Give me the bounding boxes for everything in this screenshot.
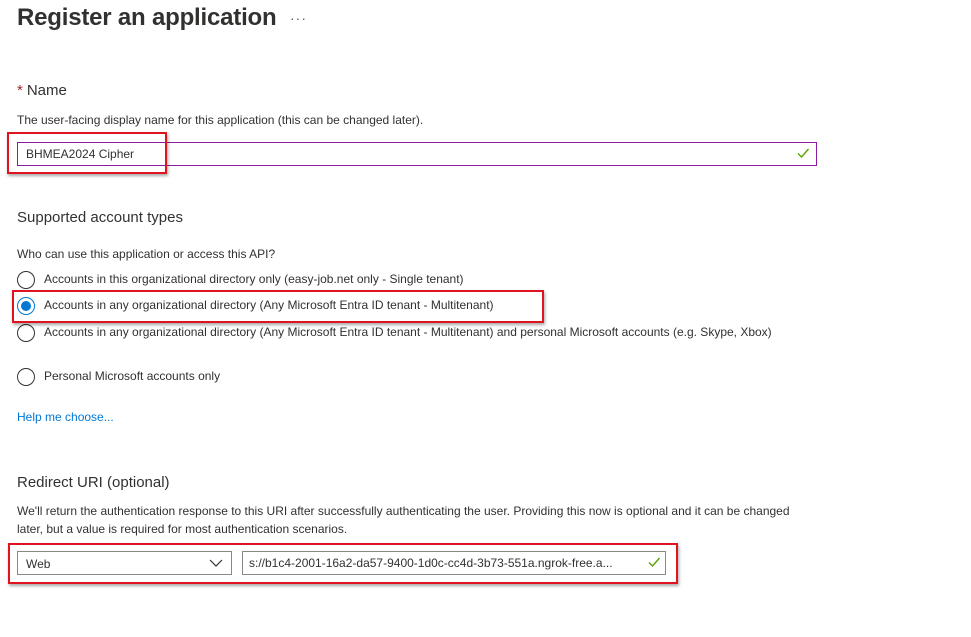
name-input[interactable] xyxy=(18,143,788,165)
page-title: Register an application xyxy=(17,4,277,31)
platform-select[interactable]: Web xyxy=(17,551,232,575)
radio-button[interactable] xyxy=(17,271,35,289)
radio-button[interactable] xyxy=(17,368,35,386)
name-label-text: Name xyxy=(26,82,67,99)
help-me-choose-link[interactable]: Help me choose... xyxy=(17,410,114,424)
platform-select-value: Web xyxy=(26,557,51,571)
required-mark: * xyxy=(17,82,23,99)
redirect-heading: Redirect URI (optional) xyxy=(17,474,170,491)
account-types-question: Who can use this application or access t… xyxy=(17,247,276,261)
name-description: The user-facing display name for this ap… xyxy=(17,113,424,127)
radio-label: Accounts in any organizational directory… xyxy=(44,298,494,312)
checkmark-icon xyxy=(797,148,810,159)
radio-label: Personal Microsoft accounts only xyxy=(44,369,221,383)
chevron-down-icon xyxy=(209,559,223,567)
redirect-uri-field[interactable] xyxy=(242,551,666,575)
name-label: * Name xyxy=(17,82,67,99)
radio-multitenant-personal[interactable]: Accounts in any organizational directory… xyxy=(17,324,824,342)
radio-multitenant[interactable]: Accounts in any organizational directory… xyxy=(17,297,824,315)
radio-button-selected[interactable] xyxy=(17,297,35,315)
redirect-description: We'll return the authentication response… xyxy=(17,504,790,536)
radio-label: Accounts in any organizational directory… xyxy=(44,325,772,339)
radio-single-tenant[interactable]: Accounts in this organizational director… xyxy=(17,271,824,289)
radio-personal-only[interactable]: Personal Microsoft accounts only xyxy=(17,368,824,386)
redirect-uri-input[interactable] xyxy=(243,552,639,574)
radio-label: Accounts in this organizational director… xyxy=(44,272,464,286)
more-options-icon[interactable]: ··· xyxy=(290,10,307,26)
account-types-heading: Supported account types xyxy=(17,209,183,226)
name-field[interactable] xyxy=(17,142,817,166)
checkmark-icon xyxy=(648,557,661,568)
radio-button[interactable] xyxy=(17,324,35,342)
